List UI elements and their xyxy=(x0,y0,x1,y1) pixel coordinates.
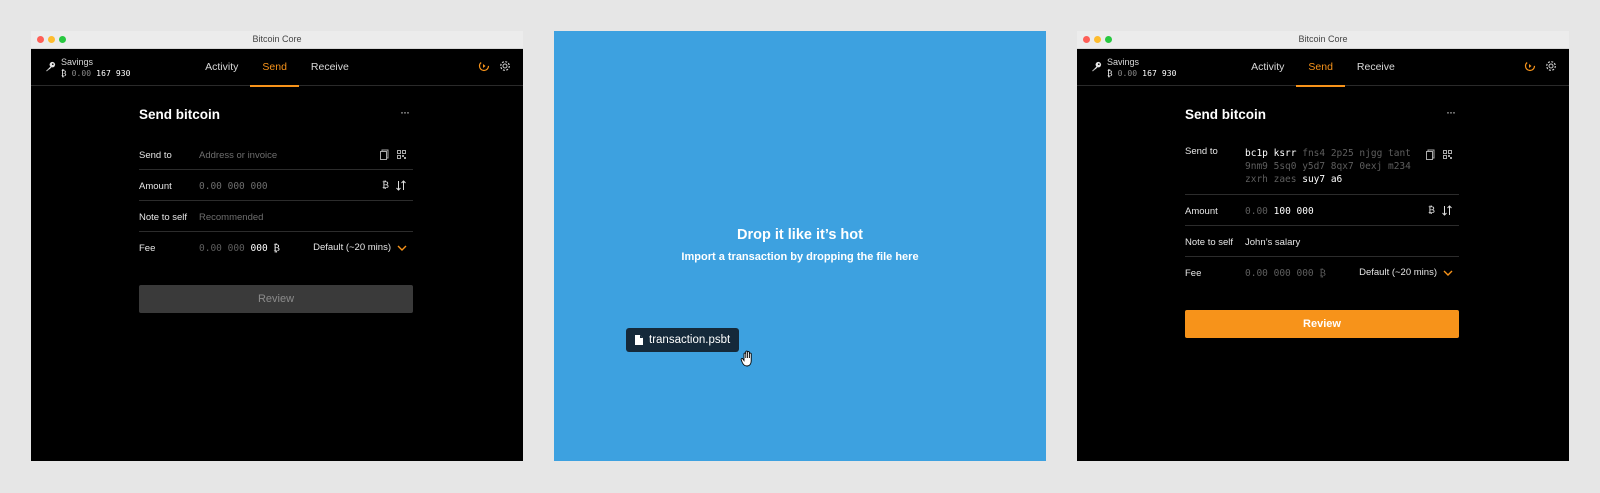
tab-activity[interactable]: Activity xyxy=(193,49,250,86)
tab-receive[interactable]: Receive xyxy=(299,49,361,86)
gear-icon[interactable] xyxy=(1545,60,1557,72)
fee-dropdown[interactable]: Default (~20 mins) xyxy=(313,242,407,253)
amount-input[interactable]: 0.00 100 000 xyxy=(1245,206,1314,217)
paste-icon[interactable] xyxy=(1425,149,1436,160)
page-title: Send bitcoin xyxy=(1185,107,1266,122)
title-bar: Bitcoin Core xyxy=(1077,31,1569,49)
tab-receive[interactable]: Receive xyxy=(1345,49,1407,86)
window-title: Bitcoin Core xyxy=(252,34,302,44)
note-label: Note to self xyxy=(139,212,188,223)
fee-value: 0.00 000 000 ₿ xyxy=(1245,268,1326,279)
review-button[interactable]: Review xyxy=(139,285,413,313)
nav-tabs: Activity Send Receive xyxy=(1077,49,1569,87)
address-input[interactable]: bc1p ksrr fns4 2p25 njgg tant 9nm9 5sq0 … xyxy=(1245,147,1411,186)
note-row: Note to self John’s salary xyxy=(1185,226,1459,257)
nav-bar: Savings ₿ 0.00 167 930 Activity Send Rec… xyxy=(31,49,523,87)
fee-value: 0.00 000 000 ₿ xyxy=(199,243,280,254)
fee-option: Default (~20 mins) xyxy=(313,242,391,253)
sync-status-icon[interactable] xyxy=(478,60,490,72)
note-label: Note to self xyxy=(1185,237,1234,248)
fee-label: Fee xyxy=(1185,268,1202,279)
swap-arrows-icon[interactable] xyxy=(1441,205,1453,216)
gear-icon[interactable] xyxy=(499,60,511,72)
qr-code-icon[interactable] xyxy=(1442,149,1453,160)
address-input[interactable]: Address or invoice xyxy=(199,150,277,161)
note-input[interactable]: Recommended xyxy=(199,212,263,223)
amount-label: Amount xyxy=(1185,206,1218,217)
fee-dropdown[interactable]: Default (~20 mins) xyxy=(1359,267,1453,278)
send-to-row: Send to bc1p ksrr fns4 2p25 njgg tant 9n… xyxy=(1185,139,1459,195)
note-row: Note to self Recommended xyxy=(139,201,413,232)
nav-bar: Savings ₿ 0.00 167 930 Activity Send Rec… xyxy=(1077,49,1569,87)
amount-unit: ₿ xyxy=(381,180,389,191)
fee-row: Fee 0.00 000 000 ₿ Default (~20 mins) xyxy=(139,232,413,263)
amount-label: Amount xyxy=(139,181,172,192)
nav-tabs: Activity Send Receive xyxy=(31,49,523,87)
sync-status-icon[interactable] xyxy=(1524,60,1536,72)
fee-row: Fee 0.00 000 000 ₿ Default (~20 mins) xyxy=(1185,257,1459,288)
title-bar: Bitcoin Core xyxy=(31,31,523,49)
page-title: Send bitcoin xyxy=(139,107,220,122)
amount-input[interactable]: 0.00 000 000 xyxy=(199,181,268,192)
fee-option: Default (~20 mins) xyxy=(1359,267,1437,278)
drop-title: Drop it like it’s hot xyxy=(737,227,863,243)
more-options-button[interactable]: ··· xyxy=(1446,105,1456,119)
send-to-row: Send to Address or invoice xyxy=(139,139,413,170)
swap-arrows-icon[interactable] xyxy=(395,180,407,191)
amount-row: Amount 0.00 100 000 ₿ xyxy=(1185,195,1459,226)
send-window-filled: Bitcoin Core Savings ₿ 0.00 167 930 Acti… xyxy=(1077,31,1569,461)
amount-unit: ₿ xyxy=(1427,205,1435,216)
grab-hand-cursor-icon xyxy=(740,350,752,367)
send-window-empty: Bitcoin Core Savings ₿ 0.00 167 930 Acti… xyxy=(31,31,523,461)
qr-code-icon[interactable] xyxy=(396,149,407,160)
review-button[interactable]: Review xyxy=(1185,310,1459,338)
drop-zone-overlay[interactable]: Drop it like it’s hot Import a transacti… xyxy=(554,31,1046,461)
fee-label: Fee xyxy=(139,243,156,254)
chevron-down-icon xyxy=(397,245,407,251)
send-to-label: Send to xyxy=(1185,146,1218,157)
dragged-file[interactable]: transaction.psbt xyxy=(626,328,740,352)
paste-icon[interactable] xyxy=(379,149,390,160)
send-to-label: Send to xyxy=(139,150,172,161)
drop-subtitle: Import a transaction by dropping the fil… xyxy=(681,251,919,263)
more-options-button[interactable]: ··· xyxy=(400,105,410,119)
file-name: transaction.psbt xyxy=(649,334,731,346)
window-title: Bitcoin Core xyxy=(1298,34,1348,44)
amount-row: Amount 0.00 000 000 ₿ xyxy=(139,170,413,201)
file-icon xyxy=(635,335,643,345)
tab-activity[interactable]: Activity xyxy=(1239,49,1296,86)
tab-send[interactable]: Send xyxy=(250,49,299,87)
note-input[interactable]: John’s salary xyxy=(1245,237,1300,248)
tab-send[interactable]: Send xyxy=(1296,49,1345,87)
chevron-down-icon xyxy=(1443,270,1453,276)
